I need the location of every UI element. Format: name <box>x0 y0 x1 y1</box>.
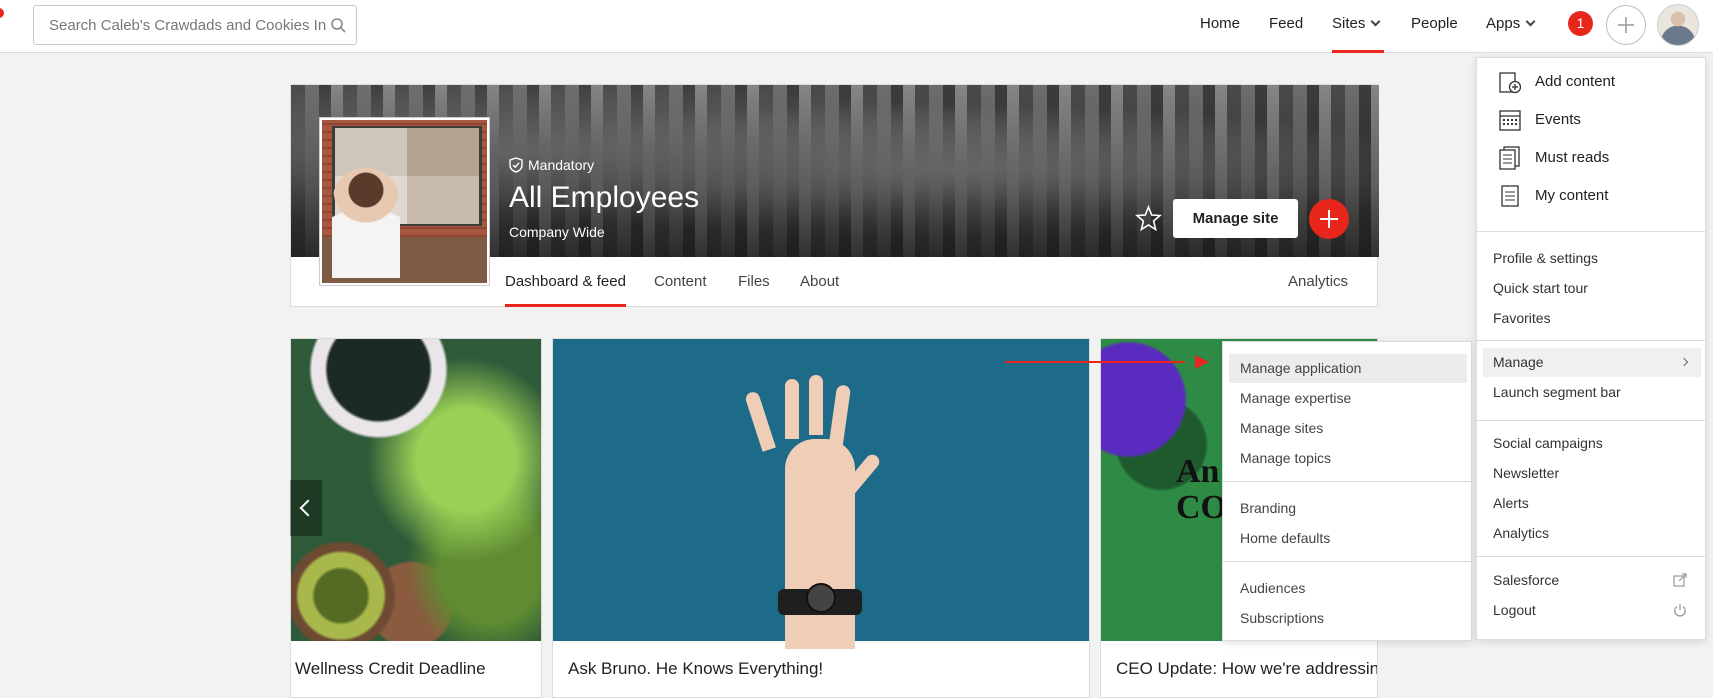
menu-manage-label: Manage <box>1493 354 1544 370</box>
menu-logout-label: Logout <box>1493 602 1536 618</box>
menu-social-campaigns[interactable]: Social campaigns <box>1477 429 1705 457</box>
add-button[interactable] <box>1309 199 1349 239</box>
carousel-prev-button[interactable] <box>290 480 322 536</box>
watch-face <box>806 583 836 613</box>
divider <box>1477 556 1705 557</box>
card-image <box>553 339 1089 649</box>
menu-launch-segment-bar[interactable]: Launch segment bar <box>1477 378 1705 407</box>
power-icon <box>1674 604 1686 617</box>
profile-menu: Add content Events Must reads My content… <box>1476 57 1706 640</box>
nav-people[interactable]: People <box>1411 0 1458 53</box>
divider <box>1223 561 1471 562</box>
nav-people-label: People <box>1411 15 1458 32</box>
nav-home[interactable]: Home <box>1200 0 1240 53</box>
menu-salesforce-label: Salesforce <box>1493 572 1560 588</box>
divider <box>1477 420 1705 421</box>
top-bar: Home Feed Sites People Apps 1 <box>0 0 1713 53</box>
nav-apps[interactable]: Apps <box>1486 0 1536 53</box>
divider <box>1477 231 1705 232</box>
nav-sites[interactable]: Sites <box>1332 0 1384 53</box>
submenu-manage-expertise[interactable]: Manage expertise <box>1223 384 1471 413</box>
divider <box>1223 481 1471 482</box>
mandatory-label: Mandatory <box>528 157 595 173</box>
submenu-manage-topics[interactable]: Manage topics <box>1223 444 1471 473</box>
create-button[interactable] <box>1606 5 1646 45</box>
carousel-card[interactable]: Wellness Credit Deadline <box>290 338 542 698</box>
card-title: CEO Update: How we're addressing <box>1116 659 1378 678</box>
nav-feed[interactable]: Feed <box>1269 0 1303 53</box>
search-box[interactable] <box>33 5 357 45</box>
menu-logout[interactable]: Logout <box>1477 596 1705 624</box>
nav-apps-label: Apps <box>1486 15 1521 32</box>
nav-sites-label: Sites <box>1332 15 1366 32</box>
card-image <box>291 339 541 641</box>
menu-quick-start-tour[interactable]: Quick start tour <box>1477 274 1705 302</box>
card-title: Ask Bruno. He Knows Everything! <box>568 659 824 678</box>
menu-alerts[interactable]: Alerts <box>1477 489 1705 517</box>
plus-icon <box>1618 17 1634 33</box>
submenu-audiences[interactable]: Audiences <box>1223 574 1471 603</box>
external-link-icon <box>1673 573 1687 587</box>
favorite-star-icon[interactable] <box>1135 205 1162 232</box>
person-illustration <box>332 168 400 278</box>
menu-add-content[interactable]: Add content <box>1477 70 1705 94</box>
site-subtitle: Company Wide <box>509 224 605 240</box>
finger-illustration <box>828 384 852 446</box>
divider <box>1477 340 1705 341</box>
finger-illustration <box>785 379 799 439</box>
notification-badge[interactable]: 1 <box>1568 11 1593 36</box>
site-title: All Employees <box>509 181 700 214</box>
tab-files[interactable]: Files <box>738 262 770 307</box>
finger-illustration <box>809 375 823 435</box>
menu-favorites[interactable]: Favorites <box>1477 304 1705 332</box>
tab-dashboard-feed[interactable]: Dashboard & feed <box>505 262 626 307</box>
menu-events[interactable]: Events <box>1477 108 1705 132</box>
avatar[interactable] <box>1657 4 1699 46</box>
nav-feed-label: Feed <box>1269 15 1304 32</box>
chevron-down-icon <box>1370 16 1381 27</box>
menu-must-reads[interactable]: Must reads <box>1477 146 1705 170</box>
logo[interactable] <box>0 8 4 18</box>
card-image-text: An CO <box>1176 453 1227 526</box>
submenu-branding[interactable]: Branding <box>1223 494 1471 523</box>
search-icon[interactable] <box>330 17 346 33</box>
menu-salesforce[interactable]: Salesforce <box>1477 566 1705 594</box>
menu-manage[interactable]: Manage <box>1483 348 1701 377</box>
video-tile <box>407 128 479 176</box>
chevron-down-icon <box>1525 16 1536 27</box>
tab-about[interactable]: About <box>800 262 839 307</box>
submenu-manage-application[interactable]: Manage application <box>1229 354 1467 383</box>
menu-profile-settings[interactable]: Profile & settings <box>1477 244 1705 272</box>
tab-content[interactable]: Content <box>654 262 707 307</box>
annotation-arrow-head <box>1195 355 1209 369</box>
menu-my-content[interactable]: My content <box>1477 184 1705 208</box>
chevron-right-icon <box>1679 357 1689 367</box>
carousel-card[interactable]: Ask Bruno. He Knows Everything! <box>552 338 1090 698</box>
site-logo-image <box>320 118 489 285</box>
video-tile <box>407 176 479 224</box>
tab-analytics[interactable]: Analytics <box>1288 262 1348 307</box>
manage-submenu: Manage application Manage expertise Mana… <box>1222 341 1472 641</box>
submenu-home-defaults[interactable]: Home defaults <box>1223 524 1471 553</box>
nav-home-label: Home <box>1200 15 1241 32</box>
menu-newsletter[interactable]: Newsletter <box>1477 459 1705 487</box>
manage-site-button[interactable]: Manage site <box>1173 199 1298 238</box>
arm-illustration <box>785 439 855 649</box>
submenu-subscriptions[interactable]: Subscriptions <box>1223 604 1471 633</box>
annotation-arrow-line <box>1005 361 1185 363</box>
menu-analytics[interactable]: Analytics <box>1477 519 1705 547</box>
card-title: Wellness Credit Deadline <box>295 659 486 678</box>
submenu-manage-sites[interactable]: Manage sites <box>1223 414 1471 443</box>
shield-icon <box>509 157 523 173</box>
mandatory-badge: Mandatory <box>509 157 594 173</box>
finger-illustration <box>744 390 776 452</box>
search-input[interactable] <box>34 6 356 44</box>
